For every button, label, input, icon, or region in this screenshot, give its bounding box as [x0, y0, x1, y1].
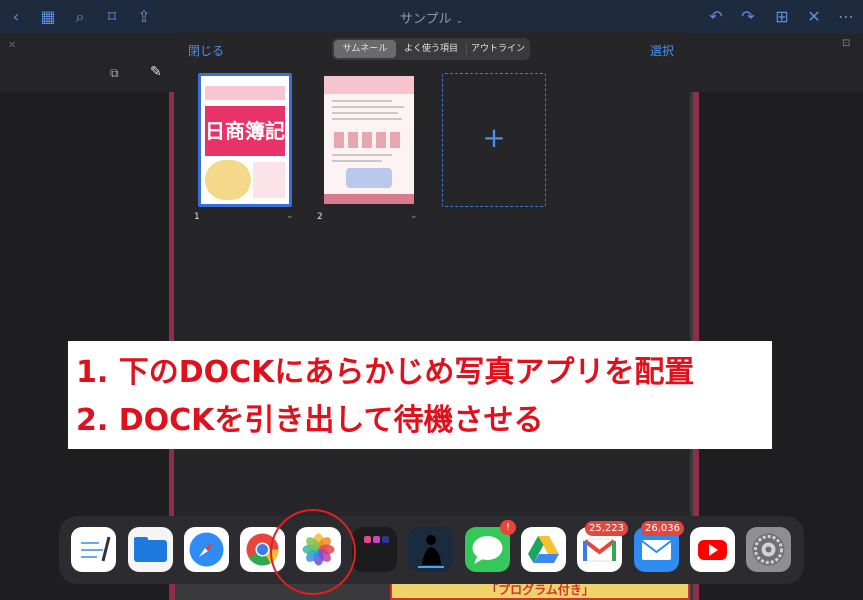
messages-badge: ! [500, 520, 516, 535]
files-app-icon[interactable] [128, 527, 173, 572]
cover-side-panel [253, 162, 285, 198]
sidebar-icon[interactable]: ⊡ [842, 38, 850, 49]
screen: ‹ ▦ ⌕ ⌑ ⇪ サンプル ⌄ ↶ ↷ ⊞ ✕ ⋯ ✕ ⧉ ✎ ⊡ 「プログラ… [0, 0, 863, 600]
top-toolbar: ‹ ▦ ⌕ ⌑ ⇪ サンプル ⌄ ↶ ↷ ⊞ ✕ ⋯ [0, 0, 863, 34]
page-footer-band [324, 194, 414, 204]
kindle-app-icon[interactable] [408, 527, 453, 572]
gmail-badge: 25,223 [585, 521, 628, 536]
mini-app-icon [382, 536, 389, 543]
page-thumbnail-1[interactable]: 日商簿記3級 [198, 73, 292, 207]
mini-app-icon [373, 536, 380, 543]
tab-favorites[interactable]: よく使う項目 [396, 40, 466, 58]
drive-app-icon[interactable] [521, 527, 566, 572]
text-line [332, 112, 398, 114]
tools-icon[interactable]: ⧉ [110, 66, 119, 81]
play-glyph [698, 540, 727, 560]
notes-glyph [81, 536, 111, 562]
app-folder-icon[interactable] [352, 527, 397, 572]
text-line [332, 106, 404, 108]
redo-icon[interactable]: ↷ [738, 7, 758, 27]
safari-app-icon[interactable] [184, 527, 229, 572]
text-line [332, 154, 392, 156]
kindle-reader-glyph [418, 535, 444, 568]
text-line [332, 160, 382, 162]
settings-app-icon[interactable] [746, 527, 791, 572]
select-button[interactable]: 選択 [650, 42, 674, 59]
close-small-icon[interactable]: ✕ [8, 40, 16, 51]
plus-icon: + [482, 121, 506, 154]
page-number-1: 1 [194, 212, 200, 222]
add-page-icon[interactable]: ⊞ [772, 7, 792, 27]
gear-icon [752, 533, 785, 566]
text-line [332, 100, 392, 102]
folder-glyph [134, 537, 167, 562]
instruction-annotation: 1. 下のDOCKにあらかじめ写真アプリを配置 2. DOCKを引き出して待機さ… [68, 341, 772, 449]
chevron-down-icon: ⌄ [455, 16, 464, 26]
chevron-down-icon[interactable]: ⌄ [286, 211, 294, 221]
mail-badge: 26,036 [641, 521, 684, 536]
pen-icon[interactable]: ✎ [150, 64, 162, 80]
instruction-line-1: 1. 下のDOCKにあらかじめ写真アプリを配置 [76, 355, 695, 390]
illustration-block [346, 168, 392, 188]
add-page-button[interactable]: + [442, 73, 546, 207]
close-icon[interactable]: ✕ [804, 7, 824, 27]
text-line [332, 118, 402, 120]
youtube-app-icon[interactable] [690, 527, 735, 572]
compass-glyph [189, 532, 224, 567]
photos-highlight-circle [270, 509, 356, 595]
page-number-2: 2 [317, 212, 323, 222]
undo-icon[interactable]: ↶ [706, 7, 726, 27]
cover-illustration [205, 160, 251, 200]
page-header-band [324, 76, 414, 94]
instruction-line-2: 2. DOCKを引き出して待機させる [76, 403, 544, 438]
mini-app-icon [364, 536, 371, 543]
view-mode-segmented-control: サムネール よく使う項目 アウトライン [332, 38, 530, 60]
document-title[interactable]: サンプル ⌄ [0, 8, 863, 27]
tab-outline[interactable]: アウトライン [467, 40, 529, 58]
drive-glyph [528, 536, 559, 563]
chevron-down-icon[interactable]: ⌄ [410, 211, 418, 221]
more-icon[interactable]: ⋯ [836, 7, 856, 27]
close-button[interactable]: 閉じる [188, 42, 224, 59]
notes-app-icon[interactable] [71, 527, 116, 572]
illustration-row [334, 132, 404, 148]
cover-title: 日商簿記3級 [205, 106, 285, 193]
tab-thumbnails[interactable]: サムネール [334, 40, 396, 58]
page-thumbnails-panel: 閉じる サムネール よく使う項目 アウトライン 選択 日商簿記3級 1 ⌄ [174, 32, 690, 542]
page-thumbnail-2[interactable] [324, 76, 414, 204]
cover-header [205, 86, 285, 100]
